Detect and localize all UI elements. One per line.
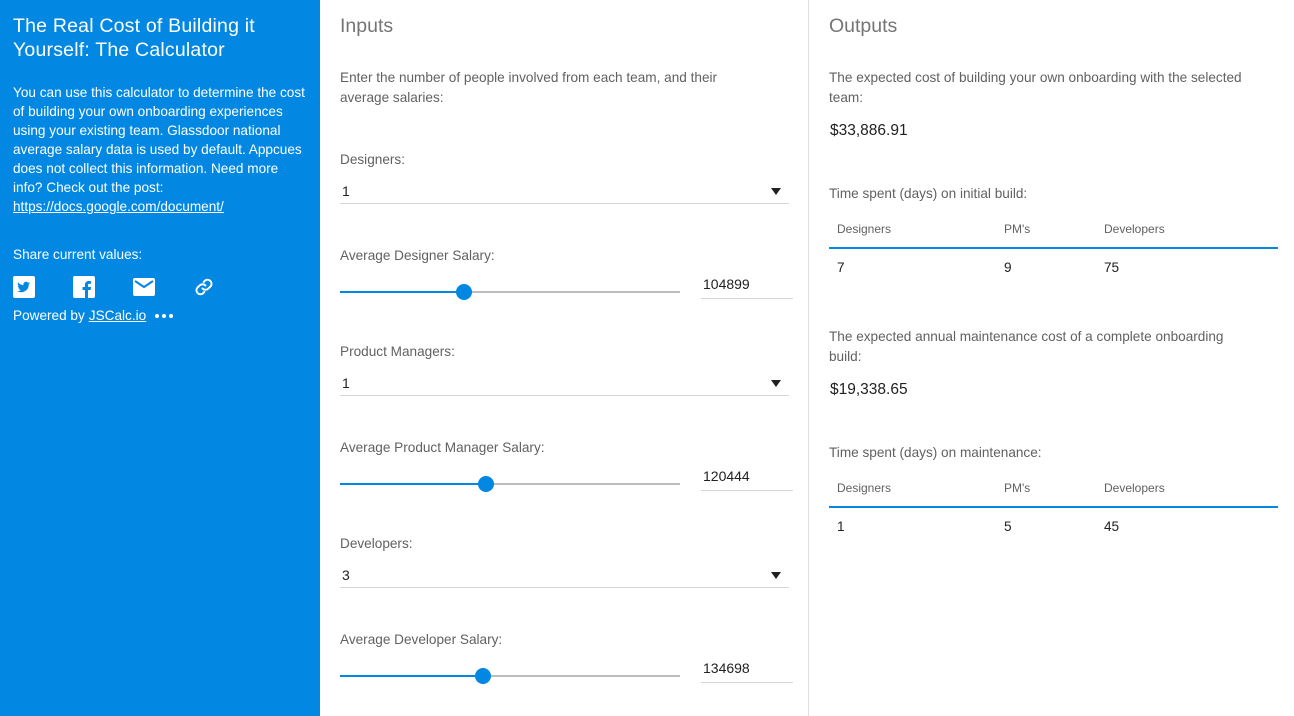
designers-select[interactable]: 1 bbox=[340, 180, 789, 204]
pm-label: Product Managers: bbox=[340, 344, 455, 359]
pm-salary-label: Average Product Manager Salary: bbox=[340, 440, 545, 455]
share-label: Share current values: bbox=[13, 247, 143, 262]
facebook-icon[interactable] bbox=[73, 275, 133, 299]
table-cell: 9 bbox=[1004, 260, 1012, 275]
sidebar: The Real Cost of Building it Yourself: T… bbox=[0, 0, 320, 716]
maintenance-cost-label: The expected annual maintenance cost of … bbox=[829, 329, 1224, 364]
col-header: PM's bbox=[996, 470, 1096, 508]
col-header: Developers bbox=[1096, 470, 1278, 508]
developer-salary-input[interactable]: 134698 bbox=[701, 655, 793, 683]
description-text: You can use this calculator to determine… bbox=[13, 85, 305, 195]
initial-build-label: Time spent (days) on initial build: bbox=[829, 186, 1028, 201]
pm-salary-value: 120444 bbox=[703, 468, 750, 484]
share-icons bbox=[13, 275, 307, 299]
link-icon[interactable] bbox=[193, 275, 253, 299]
developers-label: Developers: bbox=[340, 536, 413, 551]
col-header: Designers bbox=[829, 470, 996, 508]
jscalc-link[interactable]: JSCalc.io bbox=[89, 308, 146, 323]
designers-label: Designers: bbox=[340, 152, 405, 167]
designer-salary-value: 104899 bbox=[703, 276, 750, 292]
maintenance-label: Time spent (days) on maintenance: bbox=[829, 445, 1042, 460]
outputs-heading: Outputs bbox=[829, 15, 898, 37]
inputs-intro: Enter the number of people involved from… bbox=[340, 70, 718, 105]
table-cell: 1 bbox=[837, 519, 845, 534]
table-cell: 75 bbox=[1104, 260, 1120, 275]
inputs-heading: Inputs bbox=[340, 15, 394, 37]
developer-salary-value: 134698 bbox=[703, 660, 750, 676]
build-cost-value: $33,886.91 bbox=[830, 122, 908, 139]
table-cell: 5 bbox=[1004, 519, 1012, 534]
developers-select[interactable]: 3 bbox=[340, 564, 789, 588]
designer-salary-label: Average Designer Salary: bbox=[340, 248, 495, 263]
designer-salary-slider[interactable] bbox=[340, 282, 680, 302]
powered-by: Powered by JSCalc.io bbox=[13, 308, 307, 323]
table-cell: 7 bbox=[837, 260, 845, 275]
inputs-panel: Inputs Enter the number of people involv… bbox=[320, 0, 808, 716]
table-row: 7 9 75 bbox=[829, 248, 1278, 286]
twitter-icon[interactable] bbox=[13, 275, 73, 299]
description: You can use this calculator to determine… bbox=[13, 83, 307, 216]
maintenance-cost-value: $19,338.65 bbox=[830, 381, 908, 398]
designers-value: 1 bbox=[342, 183, 350, 199]
table-row: 1 5 45 bbox=[829, 507, 1278, 545]
designer-salary-input[interactable]: 104899 bbox=[701, 271, 793, 299]
dropdown-arrow-icon bbox=[771, 380, 781, 387]
pm-select[interactable]: 1 bbox=[340, 372, 789, 396]
col-header: Designers bbox=[829, 211, 996, 249]
build-cost-label: The expected cost of building your own o… bbox=[829, 70, 1242, 105]
email-icon[interactable] bbox=[133, 275, 193, 299]
initial-build-table: Designers PM's Developers 7 9 75 bbox=[829, 211, 1278, 286]
page-title: The Real Cost of Building it Yourself: T… bbox=[13, 15, 255, 61]
slider-thumb[interactable] bbox=[477, 476, 494, 492]
col-header: Developers bbox=[1096, 211, 1278, 249]
slider-thumb[interactable] bbox=[456, 284, 473, 300]
maintenance-table: Designers PM's Developers 1 5 45 bbox=[829, 470, 1278, 545]
dropdown-arrow-icon bbox=[771, 188, 781, 195]
dropdown-arrow-icon bbox=[771, 572, 781, 579]
developers-value: 3 bbox=[342, 567, 350, 583]
col-header: PM's bbox=[996, 211, 1096, 249]
post-link[interactable]: https://docs.google.com/document/ bbox=[13, 197, 224, 216]
pm-salary-input[interactable]: 120444 bbox=[701, 463, 793, 491]
powered-prefix: Powered by bbox=[13, 308, 85, 323]
outputs-panel: Outputs The expected cost of building yo… bbox=[809, 0, 1294, 716]
slider-thumb[interactable] bbox=[475, 668, 492, 684]
developer-salary-label: Average Developer Salary: bbox=[340, 632, 503, 647]
pm-value: 1 bbox=[342, 375, 350, 391]
developer-salary-slider[interactable] bbox=[340, 666, 680, 686]
more-options-icon[interactable] bbox=[155, 313, 174, 318]
pm-salary-slider[interactable] bbox=[340, 474, 680, 494]
table-cell: 45 bbox=[1104, 519, 1120, 534]
